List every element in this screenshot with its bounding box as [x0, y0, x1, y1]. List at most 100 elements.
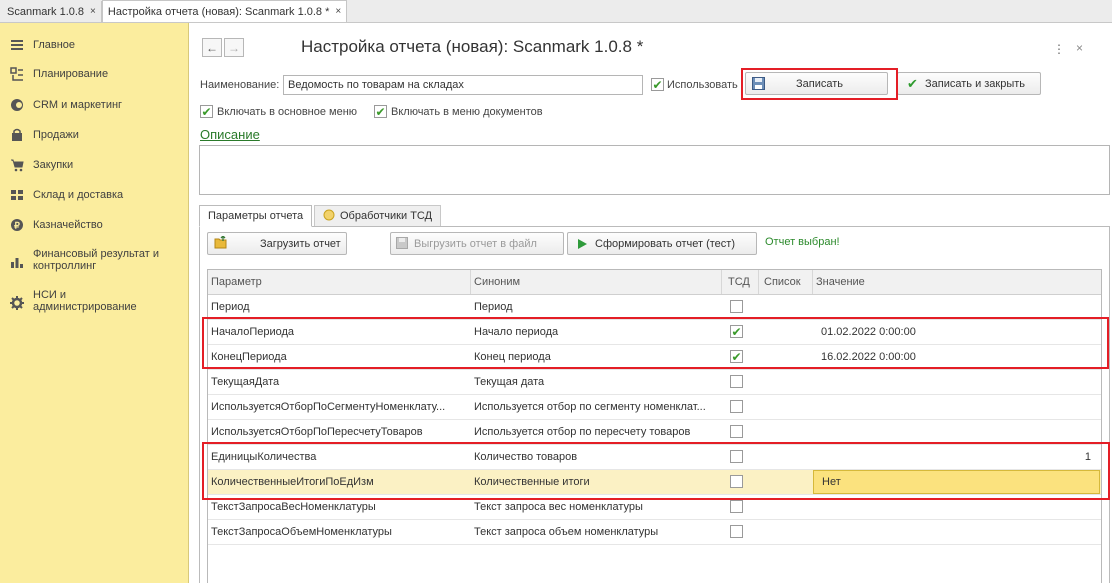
generate-report-button[interactable]: Сформировать отчет (тест): [567, 232, 757, 255]
table-row[interactable]: ИспользуетсяОтборПоСегментуНоменклату...…: [208, 395, 1101, 420]
include-docs-menu-checkbox[interactable]: [374, 105, 387, 118]
sidebar-item-label: CRM и маркетинг: [33, 99, 123, 111]
tsd-checkbox[interactable]: [730, 450, 743, 463]
save-label: Записать: [796, 78, 844, 90]
value-cell[interactable]: [813, 295, 1101, 319]
name-input[interactable]: Ведомость по товарам на складах: [283, 75, 643, 95]
value-cell[interactable]: [813, 395, 1101, 419]
include-main-menu-checkbox[interactable]: [200, 105, 213, 118]
include-docs-menu-label: Включать в меню документов: [391, 106, 543, 118]
value-cell-active[interactable]: Нет: [813, 470, 1100, 494]
use-checkbox[interactable]: [651, 78, 664, 91]
value-cell[interactable]: [813, 370, 1101, 394]
column-header-synonym[interactable]: Синоним: [471, 270, 722, 294]
app-tab-label: Настройка отчета (новая): Scanmark 1.0.8…: [107, 5, 330, 18]
tsd-checkbox[interactable]: [730, 475, 743, 488]
table-row[interactable]: ТекстЗапросаВесНоменклатуры Текст запрос…: [208, 495, 1101, 520]
handler-circle-icon: [323, 209, 335, 224]
arrow-left-icon: ←: [206, 40, 218, 55]
save-and-close-label: Записать и закрыть: [925, 78, 1026, 90]
app-tab-scanmark[interactable]: Scanmark 1.0.8 ×: [2, 1, 102, 22]
synonym-cell: Период: [474, 301, 513, 313]
sidebar-item-purchases[interactable]: Закупки: [0, 157, 189, 173]
sidebar-item-crm[interactable]: CRM и маркетинг: [0, 97, 189, 113]
tab-report-params[interactable]: Параметры отчета: [199, 205, 313, 227]
sidebar-item-main[interactable]: Главное: [0, 37, 189, 53]
sidebar-item-nsi-admin[interactable]: НСИ и администрирование: [0, 289, 189, 317]
table-row[interactable]: Период Период: [208, 295, 1101, 320]
param-cell: ИспользуетсяОтборПоПересчетуТоваров: [211, 426, 423, 438]
save-button[interactable]: Записать: [745, 72, 888, 95]
table-row[interactable]: ТекстЗапросаОбъемНоменклатуры Текст запр…: [208, 520, 1101, 545]
back-button[interactable]: ←: [202, 38, 222, 57]
value-cell[interactable]: 16.02.2022 0:00:00: [813, 345, 1101, 369]
close-tab-icon[interactable]: ×: [90, 6, 96, 17]
table-row[interactable]: ЕдиницыКоличества Количество товаров 1: [208, 445, 1101, 470]
sidebar-item-sales[interactable]: Продажи: [0, 127, 189, 143]
app-tab-bar: Scanmark 1.0.8 × Настройка отчета (новая…: [0, 0, 1112, 23]
menu-icon: [10, 38, 24, 52]
load-report-button[interactable]: Загрузить отчет: [207, 232, 347, 255]
tsd-checkbox[interactable]: [730, 325, 743, 338]
value-cell[interactable]: 01.02.2022 0:00:00: [813, 320, 1101, 344]
sidebar-item-label: Продажи: [33, 129, 79, 141]
tab-tsd-handlers[interactable]: Обработчики ТСД: [314, 205, 442, 227]
sidebar-item-warehouse[interactable]: Склад и доставка: [0, 187, 189, 203]
tsd-checkbox[interactable]: [730, 500, 743, 513]
description-link[interactable]: Описание: [200, 127, 260, 142]
more-vertical-icon[interactable]: ⋮: [1053, 42, 1065, 56]
column-header-value[interactable]: Значение: [813, 270, 1101, 294]
sidebar-item-label: Склад и доставка: [33, 189, 124, 201]
tsd-checkbox[interactable]: [730, 375, 743, 388]
sidebar-item-label: Финансовый результат и контроллинг: [33, 248, 159, 272]
table-header: Параметр Синоним ТСД Список Значение: [208, 270, 1101, 295]
close-tab-icon[interactable]: ×: [335, 6, 341, 17]
close-icon[interactable]: ×: [1076, 41, 1083, 55]
param-cell: КоличественныеИтогиПоЕдИзм: [211, 476, 374, 488]
value-cell[interactable]: 1: [813, 445, 1101, 469]
synonym-cell: Количественные итоги: [474, 476, 590, 488]
sidebar-item-finance[interactable]: Финансовый результат и контроллинг: [0, 248, 189, 276]
synonym-cell: Конец периода: [474, 351, 551, 363]
arrow-right-icon: →: [228, 40, 240, 55]
table-row[interactable]: ТекущаяДата Текущая дата: [208, 370, 1101, 395]
play-icon: [578, 239, 587, 252]
table-row[interactable]: КонецПериода Конец периода 16.02.2022 0:…: [208, 345, 1101, 370]
export-report-button[interactable]: Выгрузить отчет в файл: [390, 232, 564, 255]
save-and-close-button[interactable]: ✔ Записать и закрыть: [897, 72, 1041, 95]
column-header-param[interactable]: Параметр: [208, 270, 471, 294]
tsd-checkbox[interactable]: [730, 425, 743, 438]
column-header-tsd[interactable]: ТСД: [722, 270, 759, 294]
sidebar: Главное Планирование CRM и маркетинг Про…: [0, 23, 189, 583]
value-cell[interactable]: [813, 495, 1101, 519]
value-cell[interactable]: [813, 420, 1101, 444]
sidebar-item-label: Планирование: [33, 68, 109, 80]
tsd-checkbox[interactable]: [730, 400, 743, 413]
include-main-menu-label: Включать в основное меню: [217, 106, 358, 118]
synonym-cell: Текущая дата: [474, 376, 545, 388]
column-header-list[interactable]: Список: [759, 270, 813, 294]
value-cell[interactable]: [813, 520, 1101, 544]
param-cell: ТекстЗапросаВесНоменклатуры: [211, 501, 376, 513]
param-cell: НачалоПериода: [211, 326, 295, 338]
app-tab-report-settings[interactable]: Настройка отчета (новая): Scanmark 1.0.8…: [101, 0, 348, 22]
floppy-disk-icon: [396, 237, 408, 252]
planning-icon: [10, 67, 24, 81]
synonym-cell: Используется отбор по сегменту номенклат…: [474, 401, 706, 413]
description-textarea[interactable]: [199, 145, 1110, 195]
tsd-checkbox[interactable]: [730, 525, 743, 538]
tsd-checkbox[interactable]: [730, 300, 743, 313]
sidebar-item-planning[interactable]: Планирование: [0, 66, 189, 82]
table-row-selected[interactable]: КоличественныеИтогиПоЕдИзм Количественны…: [208, 470, 1101, 495]
param-cell: ТекстЗапросаОбъемНоменклатуры: [211, 526, 392, 538]
table-row[interactable]: ИспользуетсяОтборПоПересчетуТоваров Испо…: [208, 420, 1101, 445]
load-report-label: Загрузить отчет: [260, 238, 341, 250]
page-title: Настройка отчета (новая): Scanmark 1.0.8…: [301, 37, 644, 56]
table-row[interactable]: НачалоПериода Начало периода 01.02.2022 …: [208, 320, 1101, 345]
synonym-cell: Количество товаров: [474, 451, 578, 463]
treasury-icon: ₽: [10, 218, 24, 232]
forward-button[interactable]: →: [224, 38, 244, 57]
tsd-checkbox[interactable]: [730, 350, 743, 363]
sidebar-item-treasury[interactable]: ₽ Казначейство: [0, 217, 189, 233]
app-tab-label: Scanmark 1.0.8: [7, 5, 85, 18]
